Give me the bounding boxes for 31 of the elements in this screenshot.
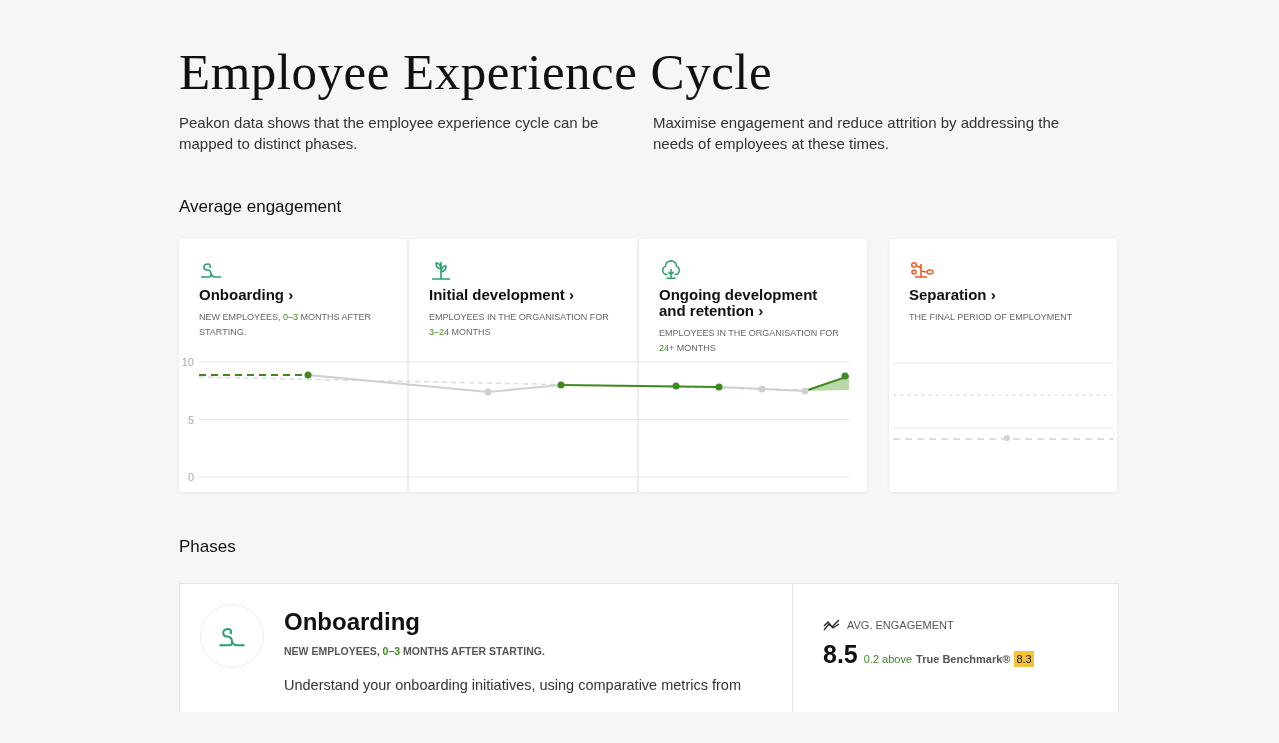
card-subtitle: EMPLOYEES IN THE ORGANISATION FOR 3–24 MONTHS xyxy=(429,311,610,339)
card-title: Onboarding › xyxy=(199,287,295,303)
card-title: Ongoing development and retention › xyxy=(659,287,819,319)
page-title: Employee Experience Cycle xyxy=(179,44,774,100)
section-heading: Average engagement xyxy=(179,197,343,217)
sapling-icon xyxy=(429,259,453,281)
tree-icon xyxy=(659,259,683,281)
card-title: Initial development › xyxy=(429,287,576,303)
benchmark-value: 8.3 xyxy=(1014,651,1034,667)
benchmark-label: True Benchmark® xyxy=(916,653,1011,665)
axis-label: 10 xyxy=(181,357,194,368)
intro-paragraph: Maximise engagement and reduce attrition by addressing the needs of employees at these times. xyxy=(653,113,1061,154)
phase-description: Understand your onboarding initiatives, using comparative metrics from xyxy=(284,676,741,695)
card-subtitle: THE FINAL PERIOD OF EMPLOYMENT xyxy=(909,311,1074,324)
phase-title: Onboarding xyxy=(284,608,421,636)
seedling-icon xyxy=(909,259,935,281)
card-subtitle: EMPLOYEES IN THE ORGANISATION FOR 24+ MONTHS xyxy=(659,327,840,355)
section-heading: Phases xyxy=(179,537,237,557)
axis-label: 5 xyxy=(187,413,194,426)
metric-label: AVG. ENGAGEMENT xyxy=(847,619,954,631)
score-difference: 0.2 above xyxy=(863,653,913,665)
engagement-score: 8.5 xyxy=(823,640,858,669)
intro-paragraph: Peakon data shows that the employee experience cycle can be mapped to distinct phases. xyxy=(179,113,599,154)
card-subtitle: NEW EMPLOYEES, 0–3 MONTHS AFTER STARTING. xyxy=(199,311,373,339)
phase-card[interactable]: Separation › THE FINAL PERIOD OF EMPLOYMENT xyxy=(889,239,1117,492)
phase-card[interactable]: Ongoing development and retention › EMPLOYEES IN THE ORGANISATION FOR 24+ MONTHS xyxy=(639,239,867,492)
axis-label: 0 xyxy=(187,471,194,482)
phase-subtitle: NEW EMPLOYEES, 0–3 MONTHS AFTER STARTING. xyxy=(284,645,546,657)
trend-icon xyxy=(823,618,841,632)
card-title: Separation › xyxy=(909,287,997,303)
phase-card[interactable]: Initial development › EMPLOYEES IN THE ORGANISATION FOR 3–24 MONTHS xyxy=(409,239,637,492)
